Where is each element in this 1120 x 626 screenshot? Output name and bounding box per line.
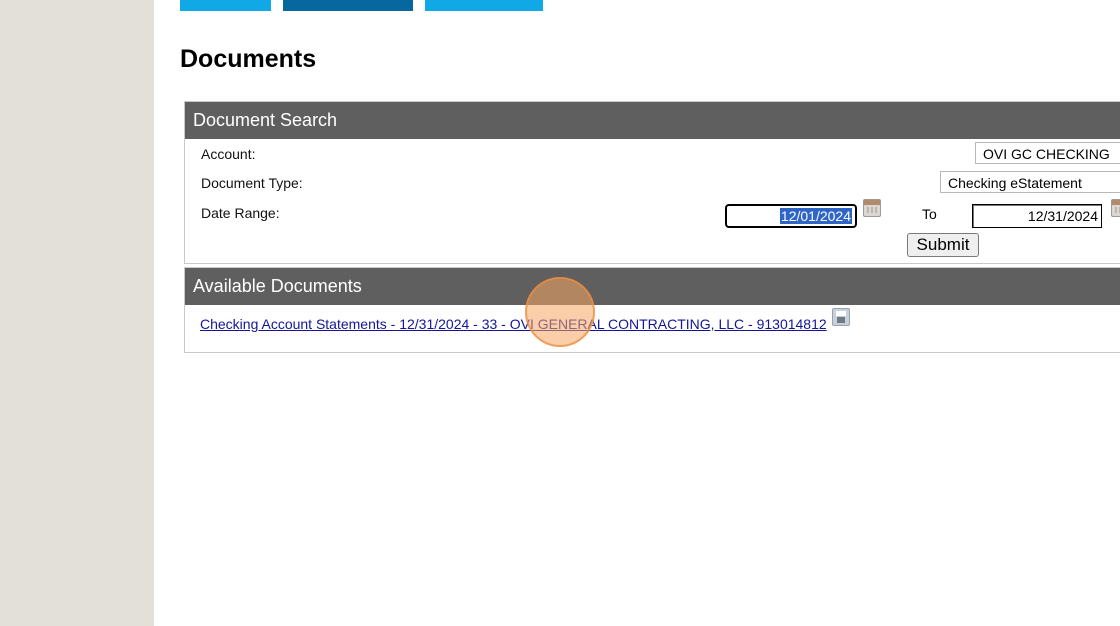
top-nav-tab-1[interactable] <box>180 0 271 11</box>
left-sidebar <box>0 0 154 626</box>
top-nav-tab-3[interactable] <box>425 0 543 11</box>
document-type-label: Document Type: <box>201 175 303 191</box>
submit-button[interactable]: Submit <box>907 233 979 257</box>
available-documents-panel: Available Documents Checking Account Sta… <box>184 267 1120 353</box>
date-range-label: Date Range: <box>201 205 280 221</box>
date-from-input[interactable]: 12/01/2024 <box>725 204 857 228</box>
document-search-panel: Document Search Account: OVI GC CHECKING… <box>184 101 1120 264</box>
date-from-value: 12/01/2024 <box>779 208 852 224</box>
calendar-icon[interactable] <box>863 199 881 217</box>
click-indicator <box>525 277 595 347</box>
to-label: To <box>922 206 937 222</box>
account-select[interactable]: OVI GC CHECKING ▾ <box>975 142 1120 164</box>
document-link[interactable]: Checking Account Statements - 12/31/2024… <box>200 316 827 332</box>
document-type-select-value: Checking eStatement <box>948 175 1082 191</box>
calendar-icon[interactable] <box>1111 199 1120 217</box>
top-nav-tab-2[interactable] <box>283 0 413 11</box>
document-search-header: Document Search <box>185 102 1120 139</box>
available-documents-header: Available Documents <box>185 268 1120 305</box>
account-select-value: OVI GC CHECKING <box>983 146 1110 162</box>
page-title: Documents <box>180 45 317 73</box>
date-to-input[interactable]: 12/31/2024 <box>972 204 1102 228</box>
document-type-select[interactable]: Checking eStatement ▾ <box>940 171 1120 193</box>
save-disk-icon[interactable] <box>832 308 850 326</box>
date-to-value: 12/31/2024 <box>1027 208 1098 224</box>
account-label: Account: <box>201 146 256 162</box>
